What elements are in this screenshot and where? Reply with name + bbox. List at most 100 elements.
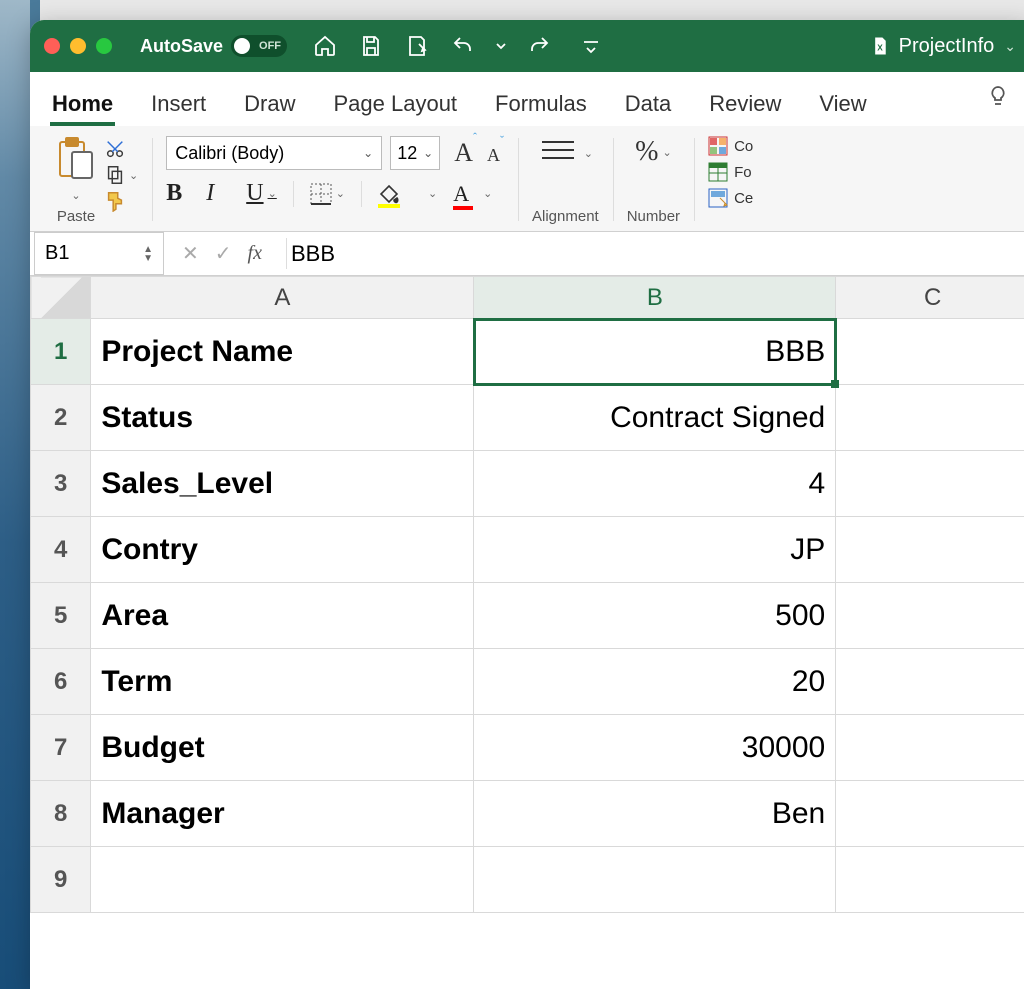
cell-A4[interactable]: Contry [91, 517, 474, 583]
column-header-C[interactable]: C [836, 277, 1024, 319]
borders-button[interactable]: ⌄ [310, 183, 345, 205]
undo-icon[interactable] [449, 32, 477, 60]
copy-button[interactable]: ⌄ [104, 164, 138, 186]
cell-A6[interactable]: Term [91, 649, 474, 715]
decrease-font-size-button[interactable]: Aˇ [487, 143, 504, 166]
name-box[interactable]: B1 ▲▼ [34, 232, 164, 275]
minimize-window-button[interactable] [70, 38, 86, 54]
select-all-corner[interactable] [31, 277, 91, 319]
bold-button[interactable]: B [166, 180, 190, 207]
cell-B1[interactable]: BBB [474, 319, 836, 385]
chevron-down-icon: ⌄ [363, 146, 373, 160]
font-color-button[interactable]: A ⌄ [453, 181, 492, 207]
cell-B5[interactable]: 500 [474, 583, 836, 649]
save-edit-icon[interactable] [403, 32, 431, 60]
cell-C1[interactable] [836, 319, 1024, 385]
chevron-down-icon: ⌄ [268, 187, 277, 200]
cell-C3[interactable] [836, 451, 1024, 517]
chevron-down-icon: ⌄ [336, 187, 345, 200]
name-box-stepper[interactable]: ▲▼ [143, 245, 153, 263]
row-header[interactable]: 5 [31, 583, 91, 649]
cell-A1[interactable]: Project Name [91, 319, 474, 385]
tell-me-icon[interactable] [986, 84, 1010, 114]
cell-B9[interactable] [474, 847, 836, 913]
svg-text:X: X [877, 44, 883, 53]
row-header[interactable]: 1 [31, 319, 91, 385]
tab-page-layout[interactable]: Page Layout [332, 81, 460, 125]
tab-formulas[interactable]: Formulas [493, 81, 589, 125]
home-icon[interactable] [311, 32, 339, 60]
cell-B6[interactable]: 20 [474, 649, 836, 715]
row-header[interactable]: 3 [31, 451, 91, 517]
cell-B8[interactable]: Ben [474, 781, 836, 847]
cell-C8[interactable] [836, 781, 1024, 847]
font-name-combo[interactable]: Calibri (Body)⌄ [166, 136, 382, 170]
cell-C9[interactable] [836, 847, 1024, 913]
cell-C2[interactable] [836, 385, 1024, 451]
column-header-B[interactable]: B [474, 277, 836, 319]
cell-B3[interactable]: 4 [474, 451, 836, 517]
chevron-down-icon: ⌄ [662, 146, 671, 159]
cut-button[interactable] [104, 138, 138, 160]
tab-view[interactable]: View [817, 81, 868, 125]
autosave-switch-off[interactable]: OFF [231, 35, 287, 57]
number-format-button[interactable]: % ⌄ [635, 136, 672, 168]
zoom-window-button[interactable] [96, 38, 112, 54]
cell-A8[interactable]: Manager [91, 781, 474, 847]
cell-A2[interactable]: Status [91, 385, 474, 451]
cell-A7[interactable]: Budget [91, 715, 474, 781]
tab-review[interactable]: Review [707, 81, 783, 125]
cell-styles-button[interactable]: Ce [708, 188, 753, 208]
tab-data[interactable]: Data [623, 81, 673, 125]
italic-button[interactable]: I [206, 180, 230, 207]
cell-B4[interactable]: JP [474, 517, 836, 583]
row-header[interactable]: 4 [31, 517, 91, 583]
format-painter-button[interactable] [104, 190, 138, 212]
row-header[interactable]: 2 [31, 385, 91, 451]
row-header[interactable]: 6 [31, 649, 91, 715]
cell-A5[interactable]: Area [91, 583, 474, 649]
alignment-label: Alignment [532, 204, 599, 225]
cancel-formula-button[interactable]: ✕ [182, 241, 199, 266]
row-header[interactable]: 8 [31, 781, 91, 847]
paste-button[interactable] [54, 136, 98, 187]
fx-icon[interactable]: fx [248, 242, 262, 265]
excel-file-icon: X [869, 35, 891, 57]
row-header[interactable]: 7 [31, 715, 91, 781]
fill-color-button[interactable]: ⌄ [378, 183, 437, 205]
cell-C4[interactable] [836, 517, 1024, 583]
cell-B2[interactable]: Contract Signed [474, 385, 836, 451]
undo-dropdown-icon[interactable] [495, 32, 507, 60]
font-size-combo[interactable]: 12⌄ [390, 136, 440, 170]
column-header-A[interactable]: A [91, 277, 474, 319]
font-group: Calibri (Body)⌄ 12⌄ Aˆ Aˇ B I U ⌄ ⌄ [152, 132, 518, 227]
spreadsheet-grid[interactable]: A B C 1Project NameBBB 2StatusContract Si… [30, 276, 1024, 989]
tab-insert[interactable]: Insert [149, 81, 208, 125]
redo-icon[interactable] [525, 32, 553, 60]
underline-button[interactable]: U ⌄ [246, 180, 277, 207]
document-title[interactable]: X ProjectInfo ⌄ [869, 35, 1016, 58]
format-as-table-button[interactable]: Fo [708, 162, 753, 182]
titlebar: AutoSave OFF X ProjectInfo ⌄ [30, 20, 1024, 72]
formula-input[interactable]: BBB [287, 241, 1024, 267]
cell-C7[interactable] [836, 715, 1024, 781]
cell-C6[interactable] [836, 649, 1024, 715]
conditional-formatting-button[interactable]: Co [708, 136, 753, 156]
row-header[interactable]: 9 [31, 847, 91, 913]
cell-C5[interactable] [836, 583, 1024, 649]
tab-home[interactable]: Home [50, 81, 115, 125]
formula-bar: B1 ▲▼ ✕ ✓ fx BBB [30, 232, 1024, 276]
save-icon[interactable] [357, 32, 385, 60]
cell-A3[interactable]: Sales_Level [91, 451, 474, 517]
close-window-button[interactable] [44, 38, 60, 54]
cell-A9[interactable] [91, 847, 474, 913]
enter-formula-button[interactable]: ✓ [215, 241, 232, 266]
qat-customize-icon[interactable] [577, 32, 605, 60]
autosave-toggle[interactable]: AutoSave OFF [140, 35, 287, 57]
cell-B7[interactable]: 30000 [474, 715, 836, 781]
paste-dropdown-icon[interactable]: ⌄ [71, 189, 80, 202]
chevron-down-icon: ⌄ [423, 146, 433, 160]
tab-draw[interactable]: Draw [242, 81, 297, 125]
alignment-button[interactable]: ⌄ [538, 136, 593, 171]
increase-font-size-button[interactable]: Aˆ [454, 138, 477, 168]
